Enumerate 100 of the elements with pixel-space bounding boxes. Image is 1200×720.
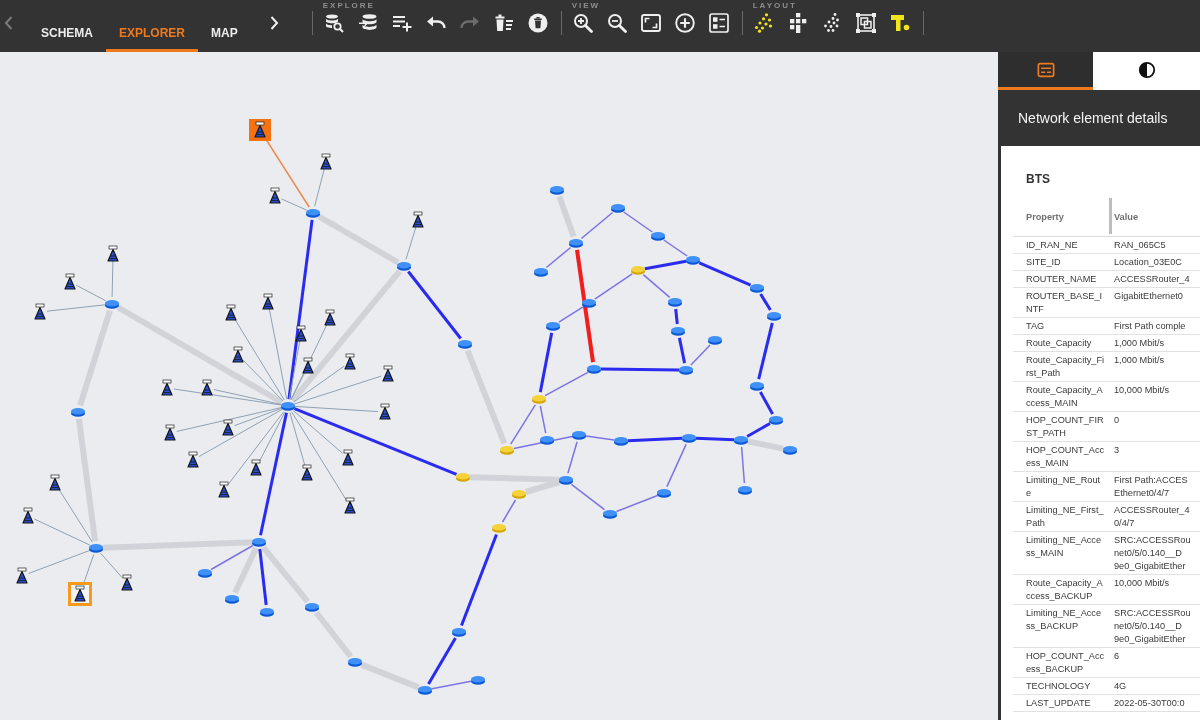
router-icon[interactable] [750, 284, 764, 293]
router-icon[interactable] [71, 408, 85, 417]
router-icon[interactable] [89, 544, 103, 553]
router-icon[interactable] [686, 256, 700, 265]
cell-tower-icon[interactable] [222, 419, 234, 436]
router-icon[interactable] [614, 437, 628, 446]
router-icon[interactable] [611, 204, 625, 213]
trash-circle-icon[interactable] [527, 13, 548, 33]
router-icon[interactable] [418, 686, 432, 695]
router-icon[interactable] [105, 300, 119, 309]
metro-line [740, 446, 746, 484]
cell-tower-icon[interactable] [250, 459, 262, 476]
grid-blocks-icon[interactable] [787, 13, 808, 33]
cell-tower-icon[interactable] [49, 474, 61, 491]
cell-tower-icon[interactable] [225, 304, 237, 321]
list-panel-icon[interactable] [708, 13, 729, 33]
router-icon[interactable] [708, 336, 722, 345]
router-icon[interactable] [682, 434, 696, 443]
router-icon[interactable] [546, 322, 560, 331]
cell-tower-icon[interactable] [68, 582, 92, 606]
cell-tower-icon[interactable] [34, 303, 46, 320]
list-add-icon[interactable] [391, 13, 412, 33]
router-icon[interactable] [734, 436, 748, 445]
router-icon[interactable] [534, 268, 548, 277]
value-cell-text: ACCESSRouter_4 0/4/7 [1113, 504, 1190, 530]
cell-tower-icon[interactable] [64, 273, 76, 290]
fit-screen-icon[interactable] [640, 13, 661, 33]
router-icon[interactable] [306, 209, 320, 218]
contrast-icon [1137, 60, 1156, 79]
cell-tower-icon[interactable] [262, 293, 274, 310]
cell-tower-icon[interactable] [249, 119, 271, 141]
cell-tower-icon[interactable] [201, 379, 213, 396]
scatter-dots-icon[interactable] [753, 13, 774, 33]
cell-tower-icon[interactable] [232, 346, 244, 363]
router-icon[interactable] [582, 299, 596, 308]
cell-tower-icon[interactable] [218, 481, 230, 498]
cell-tower-icon[interactable] [187, 451, 199, 468]
router-icon[interactable] [769, 416, 783, 425]
router-icon[interactable] [657, 489, 671, 498]
property-cell-text: ROUTER_BASE_INTF [1025, 290, 1104, 316]
router-icon[interactable] [198, 569, 212, 578]
frame-squares-icon[interactable] [855, 13, 876, 33]
router-icon[interactable] [458, 340, 472, 349]
cell-tower-icon[interactable] [16, 567, 28, 584]
router-icon[interactable] [540, 436, 554, 445]
cell-tower-icon[interactable] [269, 187, 281, 204]
scatter-dots-icon[interactable] [821, 13, 842, 33]
cell-tower-icon[interactable] [121, 574, 133, 591]
router-icon[interactable] [587, 365, 601, 374]
core-line [258, 548, 268, 606]
view-tab[interactable]: MAP [198, 0, 251, 52]
database-search-icon[interactable] [323, 13, 344, 33]
router-icon[interactable] [783, 446, 797, 455]
view-tab[interactable]: SCHEMA [28, 0, 106, 52]
plus-circle-icon[interactable] [674, 13, 695, 33]
cell-tower-icon[interactable] [379, 403, 391, 420]
trash-list-icon[interactable] [493, 13, 514, 33]
cell-tower-icon[interactable] [295, 325, 307, 342]
router-icon[interactable] [397, 262, 411, 271]
router-icon[interactable] [750, 382, 764, 391]
cell-tower-icon[interactable] [342, 449, 354, 466]
router-icon[interactable] [471, 676, 485, 685]
zoom-out-icon[interactable] [606, 13, 627, 33]
cell-tower-icon[interactable] [382, 365, 394, 382]
router-icon[interactable] [559, 476, 573, 485]
router-icon[interactable] [738, 486, 752, 495]
router-icon[interactable] [281, 402, 295, 411]
value-cell-text: GigabitEthernet0 [1113, 290, 1183, 303]
hierarchy-icon[interactable] [889, 13, 910, 33]
zoom-in-icon[interactable] [572, 13, 593, 33]
cell-tower-icon[interactable] [320, 153, 332, 170]
cell-tower-icon[interactable] [412, 211, 424, 228]
column-resize-handle[interactable] [1109, 198, 1112, 234]
cell-tower-icon[interactable] [344, 353, 356, 370]
router-icon[interactable] [252, 538, 266, 547]
router-icon[interactable] [767, 312, 781, 321]
router-icon[interactable] [452, 628, 466, 637]
router-icon[interactable] [668, 298, 682, 307]
router-icon[interactable] [572, 431, 586, 440]
cell-tower-icon[interactable] [344, 497, 356, 514]
router-icon[interactable] [671, 327, 685, 336]
cell-tower-icon[interactable] [324, 309, 336, 326]
router-icon[interactable] [260, 608, 274, 617]
router-icon[interactable] [348, 658, 362, 667]
router-icon[interactable] [603, 510, 617, 519]
cell-tower-icon[interactable] [302, 357, 314, 374]
cell-tower-icon[interactable] [107, 245, 119, 262]
chevron-right-icon[interactable] [269, 15, 279, 31]
database-arrow-icon[interactable] [357, 13, 378, 33]
cell-tower-icon[interactable] [301, 464, 313, 481]
property-cell-text: HOP_COUNT_Access_BACKUP [1025, 650, 1106, 676]
router-icon[interactable] [225, 595, 239, 604]
router-icon[interactable] [550, 186, 564, 195]
cell-tower-icon[interactable] [161, 379, 173, 396]
router-icon[interactable] [569, 239, 583, 248]
cell-tower-icon[interactable] [22, 507, 34, 524]
router-icon[interactable] [679, 366, 693, 375]
router-icon[interactable] [305, 603, 319, 612]
router-icon[interactable] [651, 232, 665, 241]
cell-tower-icon[interactable] [164, 424, 176, 441]
